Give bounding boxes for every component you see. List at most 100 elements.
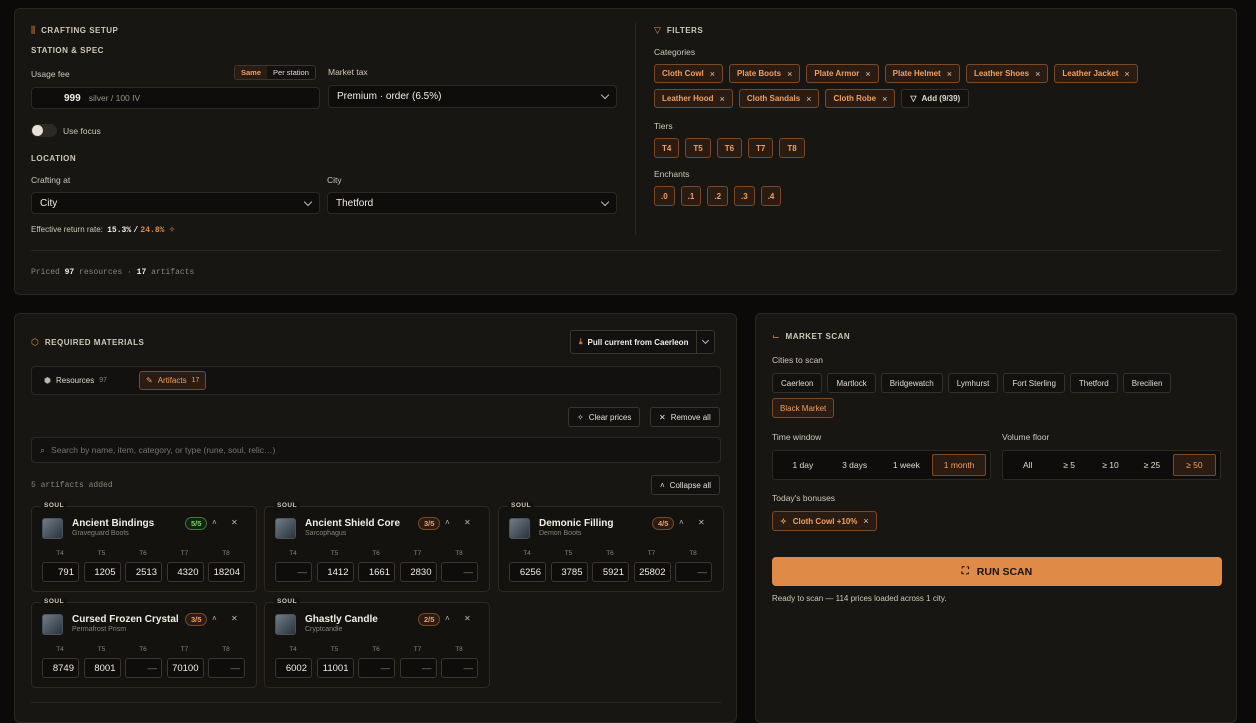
close-icon[interactable]: ✕ bbox=[698, 518, 705, 527]
category-chip[interactable]: Cloth Cowl × bbox=[654, 64, 724, 83]
use-focus-toggle[interactable] bbox=[31, 124, 57, 137]
close-icon[interactable]: × bbox=[806, 94, 811, 104]
enchant-chip[interactable]: .3 bbox=[734, 186, 755, 206]
tab-artifacts[interactable]: ✎ Artifacts 17 bbox=[139, 371, 207, 390]
chevron-up-icon[interactable]: ˄ bbox=[445, 518, 450, 527]
chevron-up-icon[interactable]: ˄ bbox=[212, 614, 217, 623]
pull-current-button[interactable]: ⤓ Pull current from Caerleon bbox=[571, 331, 696, 353]
city-chip[interactable]: Lymhurst bbox=[947, 373, 999, 393]
price-input[interactable]: 791 bbox=[42, 562, 79, 582]
price-input[interactable]: — bbox=[441, 562, 478, 582]
price-input[interactable]: 25802 bbox=[633, 562, 671, 582]
add-category-button[interactable]: ▽ Add (9/39) bbox=[901, 89, 970, 108]
market-tax-select[interactable]: Premium · order (6.5%) bbox=[328, 85, 617, 108]
price-input[interactable]: 3785 bbox=[550, 562, 588, 582]
search-input[interactable] bbox=[51, 445, 692, 455]
close-icon[interactable]: × bbox=[947, 69, 952, 79]
price-input[interactable]: 1412 bbox=[316, 562, 354, 582]
tier-chip[interactable]: T7 bbox=[748, 138, 774, 158]
price-input[interactable]: 4320 bbox=[166, 562, 204, 582]
category-chip[interactable]: Cloth Robe × bbox=[825, 89, 896, 108]
pull-options-button[interactable] bbox=[696, 331, 714, 353]
price-input[interactable]: 8749 bbox=[42, 658, 79, 678]
category-chip[interactable]: Plate Armor × bbox=[806, 64, 879, 83]
enchant-chip[interactable]: .1 bbox=[680, 186, 702, 206]
city-select[interactable]: Thetford bbox=[327, 192, 617, 214]
remove-all-button[interactable]: ✕ Remove all bbox=[650, 407, 720, 427]
price-input[interactable]: — bbox=[275, 562, 312, 582]
tier-chip[interactable]: T4 bbox=[654, 138, 680, 158]
close-icon[interactable]: ✕ bbox=[231, 614, 238, 623]
price-input[interactable]: — bbox=[208, 658, 245, 678]
price-input[interactable]: 2513 bbox=[125, 562, 162, 582]
tier-chip[interactable]: T5 bbox=[685, 138, 711, 158]
price-input[interactable]: — bbox=[441, 658, 478, 678]
materials-search-field[interactable]: ⌕ bbox=[31, 437, 721, 463]
category-chip[interactable]: Plate Helmet × bbox=[884, 64, 960, 83]
time-option[interactable]: 1 month bbox=[932, 454, 986, 476]
city-chip[interactable]: Fort Sterling bbox=[1003, 373, 1065, 393]
close-icon[interactable]: × bbox=[1035, 69, 1040, 79]
clear-prices-button[interactable]: ✧ Clear prices bbox=[568, 407, 641, 427]
price-input[interactable]: 2830 bbox=[399, 562, 437, 582]
collapse-all-button[interactable]: ˄ Collapse all bbox=[651, 475, 721, 495]
price-input[interactable]: 70100 bbox=[166, 658, 204, 678]
run-scan-button[interactable]: ⛶ RUN SCAN bbox=[772, 557, 1222, 586]
price-input[interactable]: 5921 bbox=[592, 562, 629, 582]
price-input[interactable]: — bbox=[675, 562, 712, 582]
close-icon[interactable]: ✕ bbox=[231, 518, 238, 527]
close-icon[interactable]: × bbox=[882, 94, 887, 104]
price-input[interactable]: 6256 bbox=[509, 562, 546, 582]
crafting-at-select[interactable]: City bbox=[31, 192, 320, 214]
close-icon[interactable]: ✕ bbox=[464, 518, 471, 527]
price-input[interactable]: 6002 bbox=[275, 658, 312, 678]
time-option[interactable]: 1 week bbox=[881, 454, 933, 476]
close-icon[interactable]: × bbox=[720, 94, 725, 104]
volume-option[interactable]: All bbox=[1007, 454, 1048, 476]
close-icon[interactable]: × bbox=[710, 69, 715, 79]
fee-mode-per-station[interactable]: Per station bbox=[267, 66, 315, 79]
city-chip[interactable]: Brecilien bbox=[1122, 373, 1172, 393]
city-chip-black-market[interactable]: Black Market bbox=[772, 398, 835, 418]
enchant-chip[interactable]: .2 bbox=[707, 186, 729, 206]
price-input[interactable]: — bbox=[358, 658, 395, 678]
tier-chip[interactable]: T8 bbox=[779, 138, 805, 158]
price-input[interactable]: 8001 bbox=[83, 658, 121, 678]
close-icon[interactable]: × bbox=[787, 69, 792, 79]
volume-option[interactable]: ≥ 5 bbox=[1048, 454, 1089, 476]
city-chip[interactable]: Bridgewatch bbox=[880, 373, 943, 393]
category-chip[interactable]: Plate Boots × bbox=[729, 64, 801, 83]
time-option[interactable]: 3 days bbox=[829, 454, 881, 476]
city-chip[interactable]: Martlock bbox=[827, 373, 876, 393]
close-icon[interactable]: × bbox=[865, 69, 870, 79]
time-option[interactable]: 1 day bbox=[777, 454, 829, 476]
volume-option[interactable]: ≥ 10 bbox=[1090, 454, 1131, 476]
price-input[interactable]: 18204 bbox=[208, 562, 245, 582]
close-icon[interactable]: ✕ bbox=[464, 614, 471, 623]
enchant-chip[interactable]: .0 bbox=[654, 186, 675, 206]
price-input[interactable]: — bbox=[399, 658, 437, 678]
enchant-chip[interactable]: .4 bbox=[760, 186, 782, 206]
category-chip[interactable]: Leather Shoes × bbox=[965, 64, 1049, 83]
fee-mode-same[interactable]: Same bbox=[235, 66, 268, 79]
volume-option[interactable]: ≥ 25 bbox=[1131, 454, 1172, 476]
city-chip[interactable]: Thetford bbox=[1069, 373, 1118, 393]
close-icon[interactable]: × bbox=[863, 516, 868, 526]
chevron-up-icon[interactable]: ˄ bbox=[679, 518, 684, 527]
bonus-chip[interactable]: ✧ Cloth Cowl +10% × bbox=[772, 511, 877, 531]
price-input[interactable]: 1661 bbox=[358, 562, 395, 582]
price-input[interactable]: 11001 bbox=[316, 658, 354, 678]
chevron-up-icon[interactable]: ˄ bbox=[212, 518, 217, 527]
category-chip[interactable]: Cloth Sandals × bbox=[738, 89, 820, 108]
tier-chip[interactable]: T6 bbox=[716, 138, 743, 158]
usage-fee-field[interactable]: 999 silver / 100 IV bbox=[31, 87, 320, 109]
category-chip[interactable]: Leather Hood × bbox=[654, 89, 733, 108]
price-input[interactable]: — bbox=[125, 658, 162, 678]
close-icon[interactable]: × bbox=[1124, 69, 1129, 79]
tab-resources[interactable]: ⬢ Resources 97 bbox=[38, 371, 113, 390]
category-chip[interactable]: Leather Jacket × bbox=[1054, 64, 1138, 83]
city-chip[interactable]: Caerleon bbox=[772, 373, 823, 393]
price-input[interactable]: 1205 bbox=[83, 562, 121, 582]
volume-option[interactable]: ≥ 50 bbox=[1172, 454, 1217, 476]
chevron-up-icon[interactable]: ˄ bbox=[445, 614, 450, 623]
